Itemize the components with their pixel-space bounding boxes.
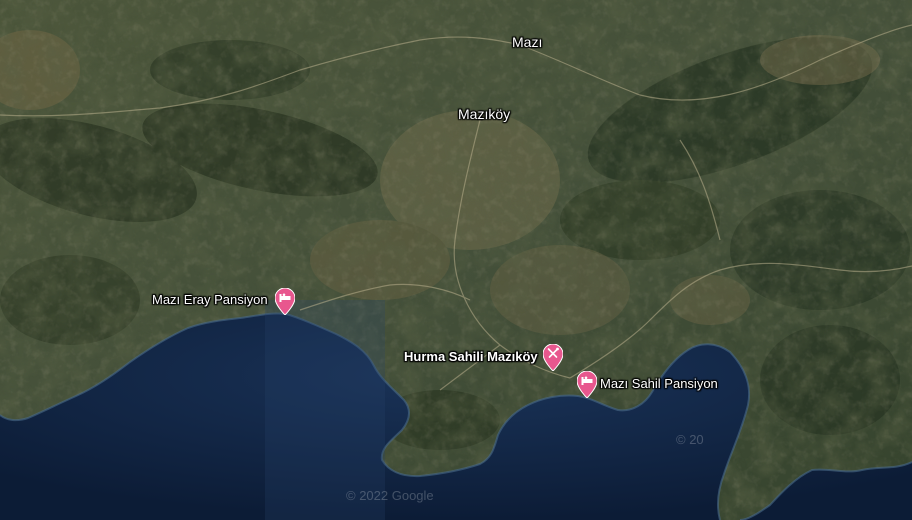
place-label-mazi[interactable]: Mazı bbox=[512, 34, 542, 50]
bed-icon[interactable] bbox=[274, 287, 296, 316]
sea-glare bbox=[265, 300, 385, 520]
poi-label-sahil[interactable]: Mazı Sahil Pansiyon bbox=[600, 376, 718, 391]
poi-label-hurma[interactable]: Hurma Sahili Mazıköy bbox=[404, 349, 538, 364]
poi-label-eray[interactable]: Mazı Eray Pansiyon bbox=[152, 292, 268, 307]
place-label-mazikoy[interactable]: Mazıköy bbox=[458, 106, 510, 122]
restaurant-icon[interactable] bbox=[542, 343, 564, 372]
map-viewport[interactable]: Mazı Mazıköy Mazı Eray Pansiyon Hurma Sa… bbox=[0, 0, 912, 520]
satellite-imagery bbox=[0, 0, 912, 520]
bed-icon[interactable] bbox=[576, 370, 598, 399]
copyright-watermark: © 2022 Google bbox=[346, 488, 434, 503]
copyright-watermark-secondary: © 20 bbox=[676, 432, 704, 447]
